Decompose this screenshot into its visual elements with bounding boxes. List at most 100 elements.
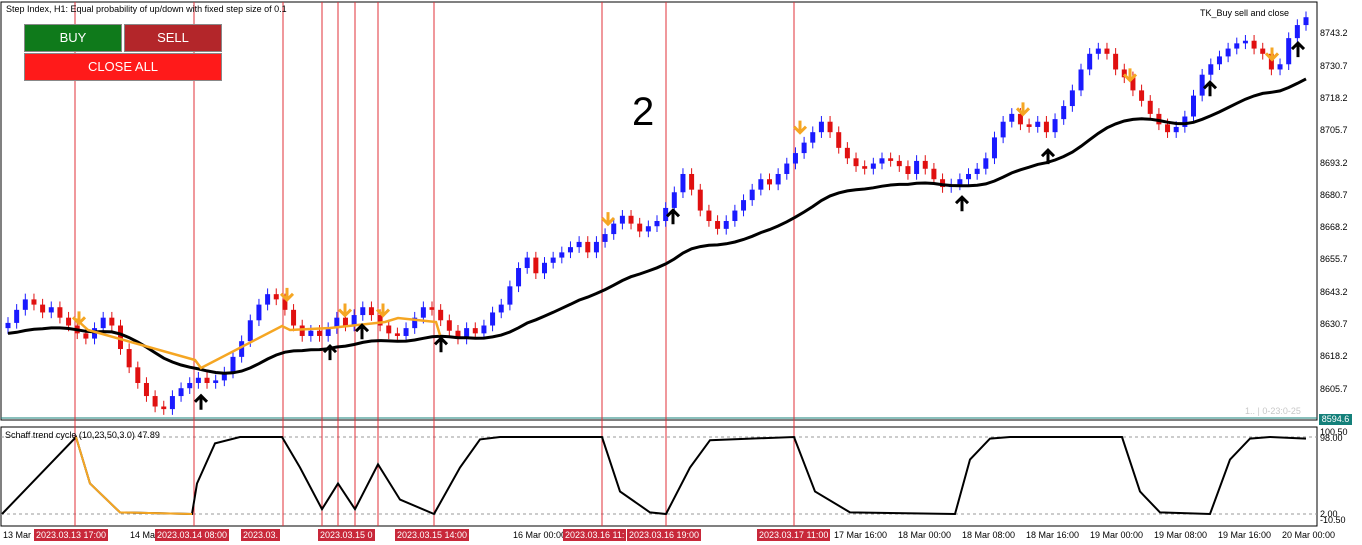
candle-body bbox=[1095, 48, 1101, 54]
candle-body bbox=[213, 380, 219, 383]
xtick: 16 Mar 00:00 bbox=[513, 530, 567, 540]
candle-body bbox=[784, 163, 790, 174]
candle-body bbox=[169, 396, 175, 410]
candle-body bbox=[1251, 40, 1257, 49]
candle-body bbox=[1052, 119, 1058, 133]
candle-body bbox=[836, 132, 842, 148]
candle-body bbox=[957, 179, 963, 185]
chart-title: Step Index, H1: Equal probability of up/… bbox=[6, 4, 287, 14]
candle-body bbox=[308, 330, 314, 336]
candle-body bbox=[870, 163, 876, 169]
candle-body bbox=[689, 173, 695, 190]
ytick: 98.00 bbox=[1320, 433, 1343, 443]
xtick: 17 Mar 16:00 bbox=[834, 530, 888, 540]
ytick: -10.50 bbox=[1320, 515, 1346, 525]
candle-body bbox=[1147, 100, 1153, 114]
ytick: 8630.7 bbox=[1320, 319, 1348, 329]
candle-body bbox=[1173, 126, 1179, 133]
candle-body bbox=[983, 158, 989, 169]
candle-body bbox=[394, 333, 400, 336]
xtag: 2023.03.17 11:00 bbox=[757, 529, 831, 541]
ytick: 8680.7 bbox=[1320, 190, 1348, 200]
candle-body bbox=[429, 307, 435, 310]
candle-body bbox=[680, 173, 686, 193]
candle-body bbox=[386, 325, 392, 334]
candle-body bbox=[273, 294, 279, 300]
candle-body bbox=[403, 328, 409, 336]
candle-body bbox=[862, 166, 868, 169]
xtag: 2023.03.15 14:00 bbox=[395, 529, 470, 541]
candle-body bbox=[143, 382, 149, 397]
xtick: 18 Mar 16:00 bbox=[1026, 530, 1080, 540]
candle-body bbox=[1260, 48, 1266, 54]
candle-body bbox=[5, 322, 11, 329]
ytick: 8743.2 bbox=[1320, 28, 1348, 38]
candle-body bbox=[291, 309, 297, 326]
candle-body bbox=[438, 309, 444, 321]
sell-button[interactable]: SELL bbox=[124, 24, 222, 52]
candle-body bbox=[472, 328, 478, 334]
xtick: 19 Mar 00:00 bbox=[1090, 530, 1144, 540]
candle-body bbox=[1242, 40, 1248, 44]
candle-body bbox=[57, 307, 63, 318]
ytick: 8693.2 bbox=[1320, 158, 1348, 168]
candle-body bbox=[818, 121, 824, 133]
candle-body bbox=[317, 330, 323, 336]
candle-body bbox=[792, 153, 798, 164]
candle-body bbox=[109, 317, 115, 326]
candle-body bbox=[749, 189, 755, 201]
candle-body bbox=[628, 215, 634, 224]
close-all-button[interactable]: CLOSE ALL bbox=[24, 53, 222, 81]
candle-body bbox=[567, 247, 573, 253]
candle-body bbox=[204, 377, 210, 383]
candle-body bbox=[1165, 124, 1171, 133]
candle-body bbox=[1035, 121, 1041, 127]
candle-body bbox=[83, 333, 89, 339]
candle-body bbox=[135, 367, 141, 383]
candle-body bbox=[671, 192, 677, 208]
candle-body bbox=[1139, 90, 1145, 101]
candle-body bbox=[247, 320, 253, 342]
candle-body bbox=[265, 294, 271, 305]
xtag: 2023.03. bbox=[241, 529, 281, 541]
candle-body bbox=[896, 160, 902, 167]
ytick: 8730.7 bbox=[1320, 61, 1348, 71]
xtick: 18 Mar 00:00 bbox=[898, 530, 952, 540]
candle-body bbox=[368, 307, 374, 316]
xtick: 18 Mar 08:00 bbox=[962, 530, 1016, 540]
candle-body bbox=[1078, 69, 1084, 91]
candle-body bbox=[126, 349, 132, 368]
xtag: 2023.03.16 19:00 bbox=[627, 529, 702, 541]
candle-body bbox=[974, 168, 980, 174]
xtag: 2023.03.13 17:00 bbox=[34, 529, 109, 541]
big-number: 2 bbox=[632, 90, 655, 134]
candle-body bbox=[342, 317, 348, 326]
candle-body bbox=[1208, 64, 1214, 75]
candle-body bbox=[801, 142, 807, 154]
candle-body bbox=[1286, 38, 1292, 65]
candle-body bbox=[360, 307, 366, 316]
candle-body bbox=[420, 307, 426, 318]
candle-body bbox=[256, 304, 262, 321]
candle-body bbox=[1009, 113, 1015, 122]
candle-body bbox=[844, 147, 850, 159]
indicator-title: Schaff trend cycle (10,23,50,3.0) 47.89 bbox=[5, 430, 160, 440]
xtick: 19 Mar 08:00 bbox=[1154, 530, 1208, 540]
candle-body bbox=[1216, 56, 1222, 65]
candle-body bbox=[100, 317, 106, 329]
candle-body bbox=[1069, 90, 1075, 107]
buy-button[interactable]: BUY bbox=[24, 24, 122, 52]
candle-body bbox=[1303, 17, 1309, 26]
candle-body bbox=[697, 189, 703, 211]
candle-body bbox=[966, 173, 972, 180]
candle-body bbox=[161, 406, 167, 410]
candle-body bbox=[1000, 121, 1006, 138]
candle-body bbox=[187, 382, 193, 389]
xtag: 2023.03.15 0 bbox=[318, 529, 375, 541]
xtick: 19 Mar 16:00 bbox=[1218, 530, 1272, 540]
candle-body bbox=[775, 173, 781, 185]
candle-body bbox=[1191, 95, 1197, 117]
candle-body bbox=[178, 388, 184, 397]
candle-body bbox=[446, 320, 452, 331]
candle-body bbox=[230, 356, 236, 373]
